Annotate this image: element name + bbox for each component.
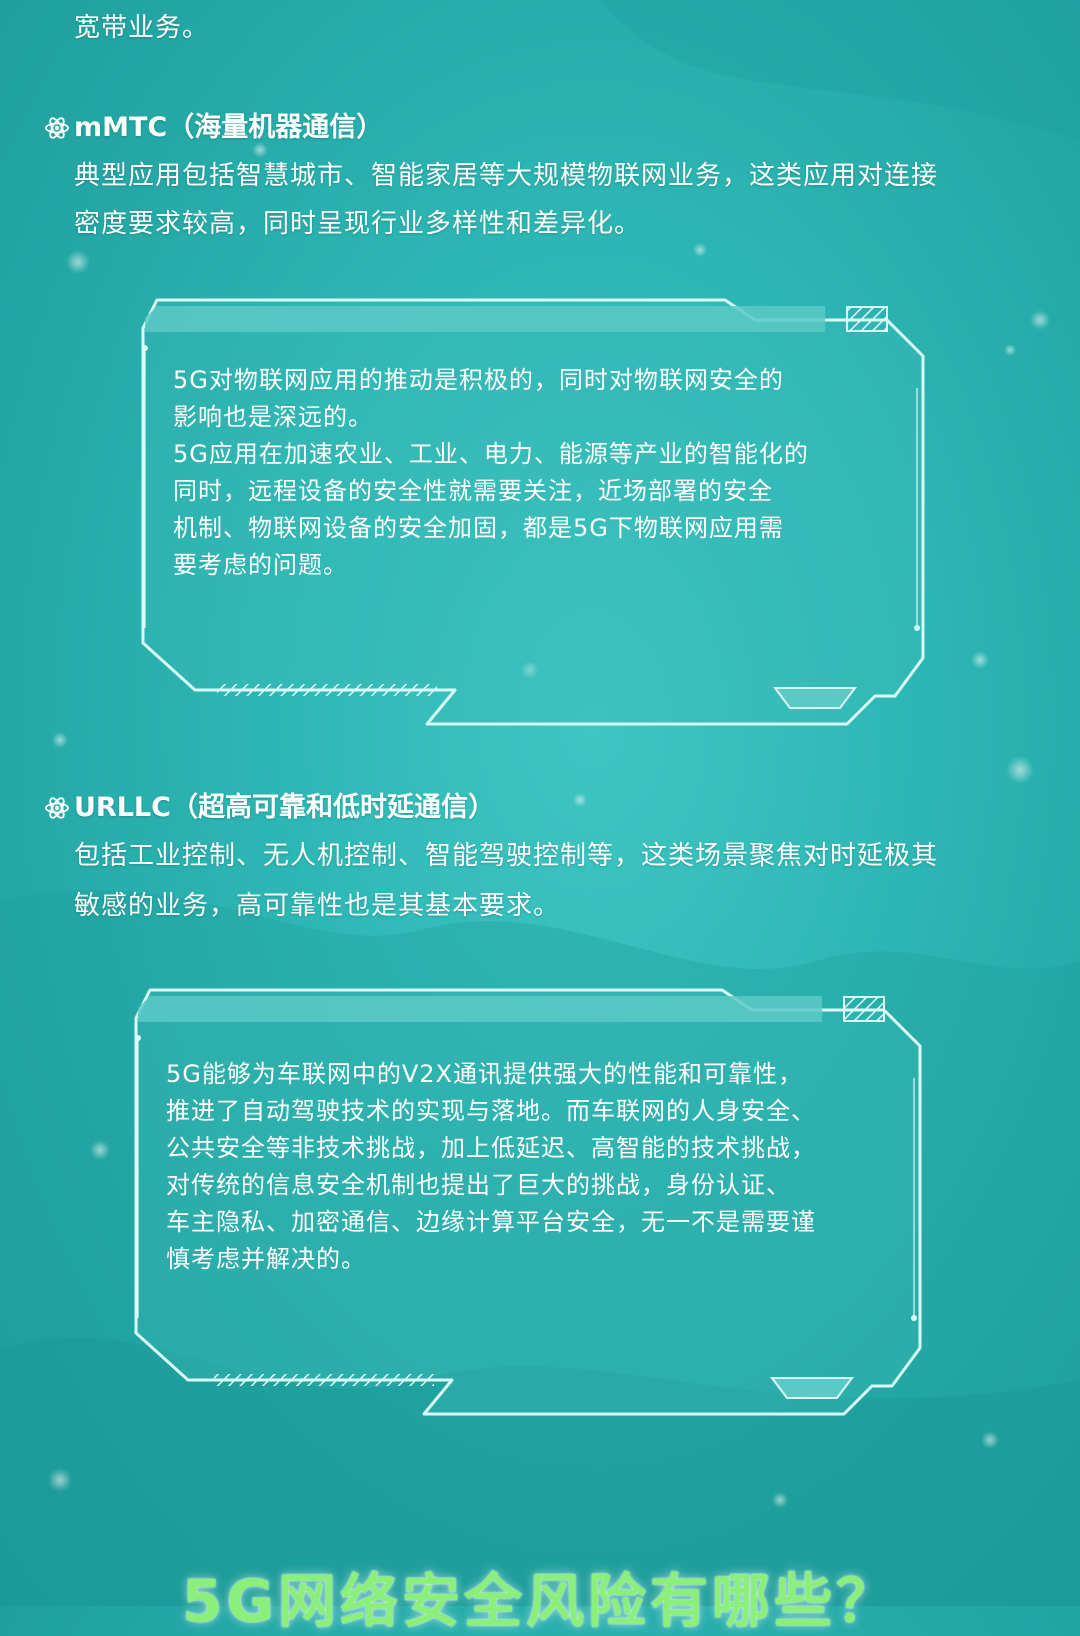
urllc-desc-line-1: 包括工业控制、无人机控制、智能驾驶控制等，这类场景聚焦对时延极其 — [74, 841, 939, 871]
intro-tail-text: 宽带业务。 — [74, 13, 210, 43]
mmtc-box-line-6: 要考虑的问题。 — [173, 551, 348, 579]
atom-icon — [45, 117, 69, 139]
mmtc-desc-line-1: 典型应用包括智慧城市、智能家居等大规模物联网业务，这类应用对连接 — [74, 161, 939, 191]
urllc-box-line-2: 推进了自动驾驶技术的实现与落地。而车联网的人身安全、 — [166, 1097, 816, 1125]
urllc-box-text: 5G能够为车联网中的V2X通讯提供强大的性能和可靠性， 推进了自动驾驶技术的实现… — [166, 1056, 816, 1278]
urllc-desc-line-2: 敏感的业务，高可靠性也是其基本要求。 — [74, 891, 561, 921]
mmtc-box-text: 5G对物联网应用的推动是积极的，同时对物联网安全的 影响也是深远的。 5G应用在… — [173, 362, 809, 584]
mmtc-box-line-1: 5G对物联网应用的推动是积极的，同时对物联网安全的 — [173, 366, 784, 394]
mmtc-info-frame: 5G对物联网应用的推动是积极的，同时对物联网安全的 影响也是深远的。 5G应用在… — [135, 298, 927, 726]
mmtc-heading-label: mMTC（海量机器通信） — [74, 112, 384, 143]
urllc-heading: URLLC（超高可靠和低时延通信） — [44, 790, 495, 826]
urllc-box-line-1: 5G能够为车联网中的V2X通讯提供强大的性能和可靠性， — [166, 1060, 803, 1088]
urllc-box-line-4: 对传统的信息安全机制也提出了巨大的挑战，身份认证、 — [166, 1171, 791, 1199]
mmtc-box-line-4: 同时，远程设备的安全性就需要关注，近场部署的安全 — [173, 477, 773, 505]
mmtc-desc-line-2: 密度要求较高，同时呈现行业多样性和差异化。 — [74, 209, 642, 239]
urllc-heading-label: URLLC（超高可靠和低时延通信） — [74, 792, 495, 823]
mmtc-box-line-3: 5G应用在加速农业、工业、电力、能源等产业的智能化的 — [173, 440, 809, 468]
section-title: 5G网络安全风险有哪些？ — [182, 1567, 898, 1635]
urllc-box-line-3: 公共安全等非技术挑战，加上低延迟、高智能的技术挑战， — [166, 1134, 816, 1162]
mmtc-box-line-5: 机制、物联网设备的安全加固，都是5G下物联网应用需 — [173, 514, 784, 542]
mmtc-heading: mMTC（海量机器通信） — [44, 110, 383, 146]
mmtc-box-line-2: 影响也是深远的。 — [173, 403, 373, 431]
urllc-info-frame: 5G能够为车联网中的V2X通讯提供强大的性能和可靠性， 推进了自动驾驶技术的实现… — [128, 988, 924, 1416]
urllc-box-line-5: 车主隐私、加密通信、边缘计算平台安全，无一不是需要谨 — [166, 1208, 816, 1236]
atom-icon — [45, 797, 69, 819]
urllc-box-line-6: 慎考虑并解决的。 — [166, 1245, 366, 1273]
